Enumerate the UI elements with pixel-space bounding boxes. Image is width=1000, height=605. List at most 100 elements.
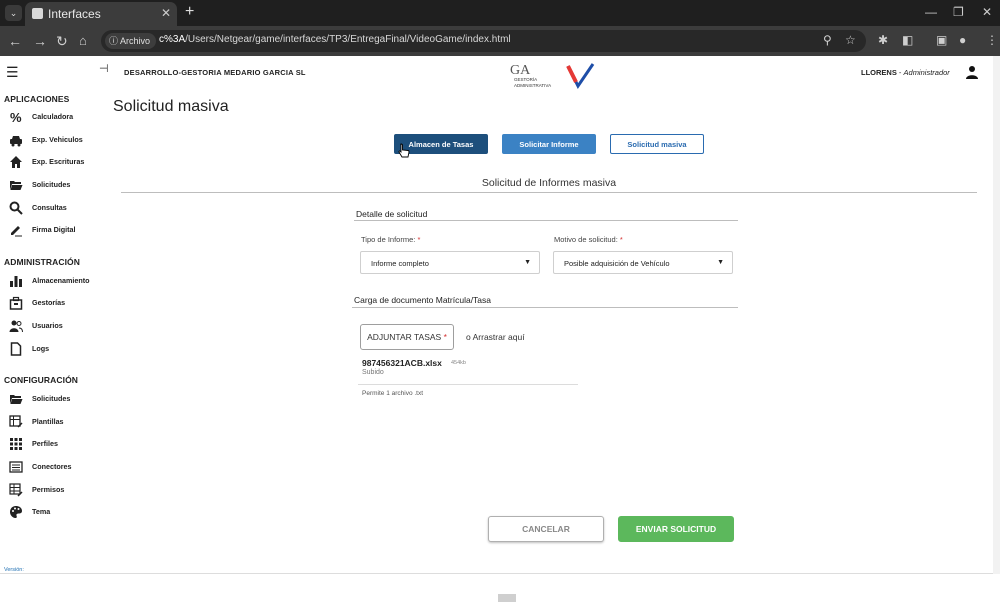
hamburger-menu-icon[interactable]: ☰: [6, 64, 19, 81]
tipo-informe-label: Tipo de Informe: *: [361, 235, 420, 244]
tab-close-icon[interactable]: ✕: [161, 6, 171, 20]
browser-tab-bar: ⌄ Interfaces ✕ + — ❐ ✕: [0, 0, 1000, 26]
restore-icon[interactable]: ❐: [953, 5, 964, 19]
url-path: /Users/Netgear/game/interfaces/TP3/Entre…: [185, 34, 511, 45]
page-title: Solicitud masiva: [113, 98, 229, 115]
sidebar-item-label: Consultas: [32, 203, 67, 212]
tipo-informe-select[interactable]: Informe completo ▼: [360, 251, 540, 274]
new-tab-icon[interactable]: +: [185, 3, 194, 21]
upload-divider: [352, 307, 738, 308]
attach-tasas-label: ADJUNTAR TASAS: [367, 332, 442, 342]
sidebar-item-firma-digital[interactable]: Firma Digital: [0, 221, 105, 239]
window-close-icon[interactable]: ✕: [982, 5, 992, 19]
uploaded-file-name: 987456321ACB.xlsx: [362, 358, 442, 368]
motivo-solicitud-select[interactable]: Posible adquisición de Vehículo ▼: [553, 251, 733, 274]
tab-favicon-icon: [32, 8, 43, 19]
uploaded-file-status: Subido: [362, 369, 384, 376]
company-logo: GA GESTORÍA ADMINISTRATIVA: [510, 63, 595, 89]
send-request-button[interactable]: ENVIAR SOLICITUD: [618, 516, 734, 542]
site-info-chip[interactable]: ⓘ Archivo: [105, 33, 157, 49]
back-icon[interactable]: ←: [8, 33, 22, 49]
search-icon: [9, 201, 23, 215]
zoom-icon[interactable]: ⚲: [823, 33, 832, 47]
sidebar-item-perfiles[interactable]: Perfiles: [0, 435, 105, 453]
tipo-informe-label-text: Tipo de Informe:: [361, 235, 416, 244]
sidebar-item-almacenamiento[interactable]: Almacenamiento: [0, 272, 105, 290]
sidebar-item-label: Tema: [32, 507, 51, 516]
sidebar-item-solicitudes[interactable]: Solicitudes: [0, 176, 105, 194]
building-icon: [9, 296, 23, 310]
sidebar-item-label: Usuarios: [32, 321, 63, 330]
sidebar-item-label: Exp. Vehiculos: [32, 135, 83, 144]
car-icon: [10, 136, 22, 147]
sidebar-section-aplicaciones: APLICACIONES: [4, 94, 70, 104]
dropdown-arrow-icon: ▼: [717, 259, 724, 266]
tipo-informe-value: Informe completo: [371, 259, 429, 268]
minimize-icon[interactable]: —: [925, 5, 937, 19]
address-bar[interactable]: ⓘ Archivo c%3A/Users/Netgear/game/interf…: [101, 30, 866, 52]
sidebar-item-exp-vehiculos[interactable]: Exp. Vehiculos: [0, 131, 105, 149]
user-info: LLORENS - Administrador: [861, 68, 950, 77]
sidebar-item-calculadora[interactable]: % Calculadora: [0, 108, 105, 126]
browser-menu-icon[interactable]: ⋮: [986, 33, 998, 47]
side-panel-icon[interactable]: ▣: [936, 33, 947, 47]
tab-solicitud-masiva[interactable]: Solicitud masiva: [610, 134, 704, 154]
sidebar-item-consultas[interactable]: Consultas: [0, 199, 105, 217]
grid-icon: [10, 438, 22, 450]
document-icon: [10, 342, 22, 356]
required-mark: *: [443, 332, 447, 342]
profile-avatar-icon[interactable]: ●: [959, 33, 966, 47]
required-mark: *: [619, 235, 623, 244]
sidebar-section-administracion: ADMINISTRACIÓN: [4, 257, 81, 267]
sidebar-item-label: Gestorías: [32, 298, 66, 307]
user-account-icon[interactable]: [965, 65, 979, 79]
sidebar-item-label: Firma Digital: [32, 225, 76, 234]
sidebar-item-conectores[interactable]: Conectores: [0, 458, 105, 476]
file-divider: [358, 384, 578, 385]
footer-divider: [0, 573, 993, 574]
attach-tasas-button[interactable]: ADJUNTAR TASAS *: [360, 324, 454, 350]
sidebar-item-gestorias[interactable]: Gestorías: [0, 294, 105, 312]
folder-icon: [10, 395, 23, 404]
bar-chart-icon: [10, 276, 22, 287]
sidebar-item-exp-escrituras[interactable]: Exp. Escrituras: [0, 153, 105, 171]
allowed-files-hint: Permite 1 archivo .txt: [362, 390, 424, 397]
sidebar: APLICACIONES % Calculadora Exp. Vehiculo…: [0, 90, 105, 574]
upload-section-title: Carga de documento Matrícula/Tasa: [354, 295, 492, 305]
browser-tab[interactable]: Interfaces ✕: [25, 2, 177, 26]
drag-drop-hint: o Arrastrar aquí: [466, 332, 525, 342]
bookmark-star-icon[interactable]: ☆: [845, 33, 856, 47]
tab-solicitar-informe[interactable]: Solicitar Informe: [502, 134, 596, 154]
home-icon[interactable]: ⌂: [79, 33, 87, 48]
sidebar-item-label: Permisos: [32, 485, 65, 494]
sidebar-item-logs[interactable]: Logs: [0, 340, 105, 358]
sidebar-item-usuarios[interactable]: Usuarios: [0, 317, 105, 335]
sidebar-item-label: Perfiles: [32, 439, 58, 448]
required-mark: *: [417, 235, 421, 244]
collapse-sidebar-icon[interactable]: ⊣: [99, 62, 109, 75]
vertical-scrollbar[interactable]: [993, 56, 1000, 574]
sidebar-item-label: Logs: [32, 344, 50, 353]
sidebar-item-tema[interactable]: Tema: [0, 503, 105, 521]
detail-divider: [354, 220, 738, 221]
horizontal-scroll-thumb[interactable]: [498, 594, 516, 602]
site-info-label: Archivo: [120, 36, 151, 46]
users-icon: [9, 320, 23, 333]
sidebar-item-permisos[interactable]: Permisos: [0, 481, 105, 499]
user-separator: -: [896, 68, 904, 77]
sidebar-item-plantillas[interactable]: Plantillas: [0, 413, 105, 431]
tab-title: Interfaces: [48, 7, 101, 21]
cancel-button[interactable]: CANCELAR: [488, 516, 604, 542]
template-icon: [9, 415, 23, 428]
company-name: DESARROLLO-GESTORIA MEDARIO GARCIA SL: [124, 68, 306, 77]
hand-cursor-icon: [398, 143, 410, 158]
extensions-puzzle-icon[interactable]: ◧: [902, 33, 913, 47]
app-header: ☰ ⊣ DESARROLLO-GESTORIA MEDARIO GARCIA S…: [0, 56, 1000, 90]
forward-icon[interactable]: →: [33, 33, 47, 49]
sidebar-item-label: Solicitudes: [32, 394, 71, 403]
extension-icon[interactable]: ✱: [878, 33, 888, 47]
tab-search-button[interactable]: ⌄: [5, 5, 22, 21]
user-name: LLORENS: [861, 68, 897, 77]
reload-icon[interactable]: ↻: [56, 33, 68, 50]
sidebar-item-config-solicitudes[interactable]: Solicitudes: [0, 390, 105, 408]
